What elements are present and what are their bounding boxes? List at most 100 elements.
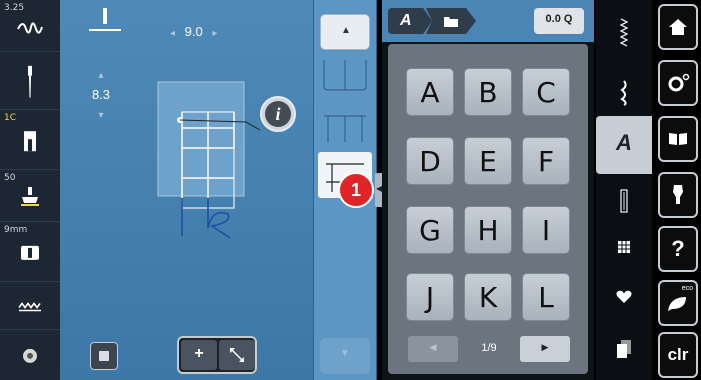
presser-foot-pressure-button[interactable]: 50: [0, 170, 60, 222]
zoom-controls: +: [177, 336, 257, 374]
letter-key[interactable]: D: [406, 137, 454, 185]
zoom-search-button[interactable]: 0.0 Q: [534, 8, 584, 34]
sewing-consultant-button[interactable]: [658, 172, 698, 218]
callout-number: 1: [350, 180, 361, 200]
info-label: i: [275, 104, 281, 124]
thread-selection-button[interactable]: 1C: [0, 110, 60, 170]
info-button[interactable]: i: [260, 96, 296, 132]
stitch-option-1[interactable]: [318, 56, 372, 102]
status-column: 3.25 1C 50 9mm: [0, 0, 60, 380]
practical-stitches-tab[interactable]: [596, 8, 652, 58]
width-decrease-icon[interactable]: ◂: [170, 28, 175, 39]
zigzag-stitch-icon: [620, 18, 628, 47]
letter-key[interactable]: I: [522, 206, 570, 254]
needle-plate-value: 9mm: [4, 225, 28, 235]
letter-grid: A B C D E F G H I J K L ◀ 1/9 ▶: [388, 44, 588, 374]
triangle-left-icon: ◀: [429, 342, 437, 352]
letter-key[interactable]: L: [522, 273, 570, 321]
length-increase-icon[interactable]: ▴: [86, 70, 116, 81]
feed-dog-icon: [18, 301, 41, 311]
feed-dog-button[interactable]: [0, 282, 60, 330]
letter-key[interactable]: E: [464, 137, 512, 185]
stitch-plate-button[interactable]: 9mm: [0, 222, 60, 282]
needle-icon: [28, 65, 32, 98]
letter-key[interactable]: J: [406, 273, 454, 321]
letter-key[interactable]: H: [464, 206, 512, 254]
clear-button[interactable]: clr: [658, 332, 698, 378]
gear-icon: [668, 73, 690, 92]
plus-icon: +: [194, 345, 204, 362]
stitch-width-value: 9.0: [184, 24, 203, 39]
font-selection-button[interactable]: A: [388, 8, 432, 34]
quilt-stitches-tab[interactable]: [596, 222, 652, 272]
alphabet-icon: A: [616, 130, 632, 155]
page-indicator: 1/9: [481, 342, 497, 354]
needle-position-icon: [89, 8, 121, 31]
needle-selection-button[interactable]: [0, 52, 60, 110]
letter-key[interactable]: B: [464, 68, 512, 116]
stitch-option-2[interactable]: [318, 106, 372, 152]
letter-key[interactable]: C: [522, 68, 570, 116]
home-button[interactable]: [658, 4, 698, 50]
tension-icon: [17, 22, 43, 33]
width-increase-icon[interactable]: ▸: [212, 28, 217, 39]
buttonholes-tab[interactable]: [596, 176, 652, 226]
bobbin-icon: [23, 348, 37, 363]
needle-position-button[interactable]: [85, 6, 129, 36]
alphabet-header: A 0.0 Q: [382, 0, 594, 42]
book-icon: [669, 133, 687, 145]
heart-icon: [616, 290, 632, 303]
presser-foot-icon: [24, 130, 36, 151]
personal-program-tab[interactable]: [596, 272, 652, 322]
callout-marker: 1: [338, 172, 374, 208]
thread-code: 1C: [4, 113, 17, 123]
foot-pressure-icon: [21, 186, 39, 206]
triangle-up-icon: ▲: [341, 25, 351, 36]
main-navigation: ? eco clr: [652, 0, 701, 380]
pressure-value: 50: [4, 173, 16, 183]
memory-icon: [617, 340, 631, 358]
scroll-up-button[interactable]: ▲: [320, 14, 370, 50]
letter-key[interactable]: F: [522, 137, 570, 185]
letter-key[interactable]: A: [406, 68, 454, 116]
decorative-stitches-tab[interactable]: [596, 68, 652, 118]
quilt-icon: [618, 241, 630, 253]
buttonhole-icon: [620, 189, 628, 213]
scroll-down-button[interactable]: ▼: [320, 338, 370, 374]
stitch-category-column: A: [596, 0, 652, 380]
home-icon: [669, 19, 687, 35]
expand-icon: [230, 348, 244, 362]
alphabets-tab-selected[interactable]: A: [596, 116, 652, 174]
folder-button[interactable]: [426, 8, 476, 34]
question-icon: ?: [671, 236, 685, 261]
letter-key[interactable]: G: [406, 206, 454, 254]
tutorial-button[interactable]: [658, 116, 698, 162]
font-badge: A: [400, 12, 412, 29]
zoom-in-button[interactable]: +: [181, 340, 217, 370]
clear-label: clr: [667, 345, 689, 364]
setup-button[interactable]: [658, 60, 698, 106]
fullscreen-button[interactable]: [219, 340, 255, 370]
eco-label: eco: [681, 285, 693, 292]
triangle-down-icon: ▼: [340, 348, 350, 359]
eco-button[interactable]: eco: [658, 280, 698, 326]
help-button[interactable]: ?: [658, 226, 698, 272]
page-prev-button[interactable]: ◀: [408, 336, 458, 362]
stitch-pattern-icon: [323, 60, 367, 91]
zoom-label: 0.0 Q: [545, 13, 573, 25]
upper-thread-tension-button[interactable]: 3.25: [0, 0, 60, 52]
stitch-width-control[interactable]: ◂ 9.0 ▸: [170, 24, 217, 39]
stitch-length-value: 8.3: [91, 87, 111, 102]
memory-tab[interactable]: [596, 324, 652, 374]
folder-icon: [444, 17, 458, 27]
page-next-button[interactable]: ▶: [520, 336, 570, 362]
bobbin-indicator-button[interactable]: [0, 330, 60, 380]
stitch-length-control[interactable]: ▴ 8.3 ▾: [86, 70, 116, 121]
dress-form-icon: [673, 185, 683, 204]
length-decrease-icon[interactable]: ▾: [86, 110, 116, 121]
decorative-stitch-icon: [620, 80, 627, 106]
tension-value: 3.25: [4, 3, 25, 13]
stitch-plate-icon: [21, 245, 39, 260]
pattern-end-button[interactable]: [90, 342, 118, 370]
letter-key[interactable]: K: [464, 273, 512, 321]
